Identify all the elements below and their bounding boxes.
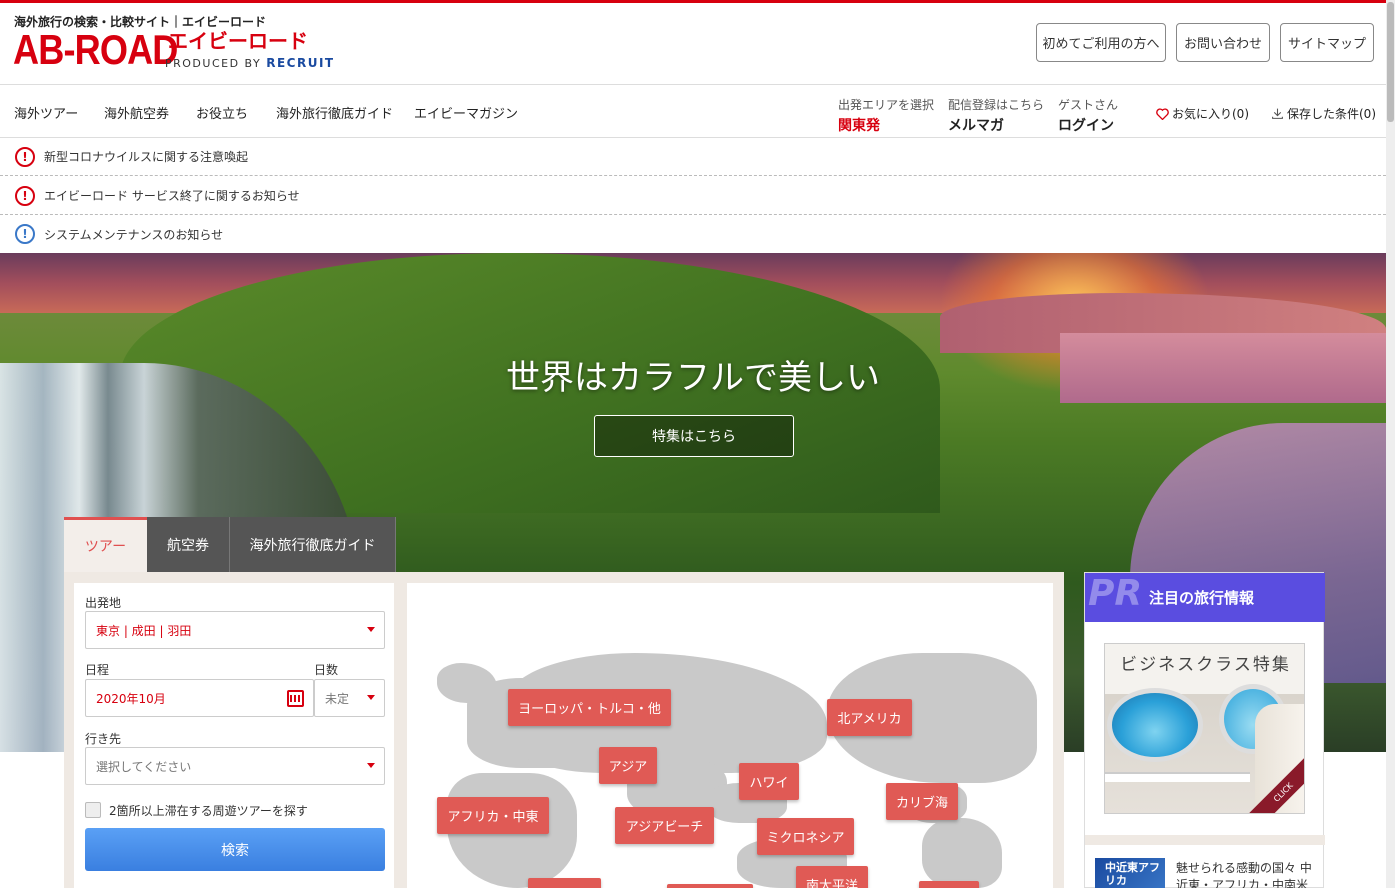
top-accent-bar (0, 0, 1395, 3)
date-label: 日程 (85, 663, 110, 677)
search-button[interactable]: 検索 (85, 828, 385, 871)
notice-text: 新型コロナウイルスに関する注意喚起 (44, 150, 249, 164)
tab-tour[interactable]: ツアー (64, 517, 147, 572)
days-label: 日数 (314, 663, 339, 677)
login-value: ログイン (1058, 118, 1114, 134)
saved-conditions-label: 保存した条件(0) (1287, 107, 1376, 121)
info-icon: ! (15, 224, 35, 244)
pr-item-text[interactable]: 近東・アフリカ・中南米 (1176, 876, 1308, 888)
nav-useful-info[interactable]: お役立ち (196, 103, 248, 122)
banner-title: ビジネスクラス特集 (1120, 655, 1291, 675)
roundtrip-checkbox[interactable] (85, 802, 101, 818)
first-time-guide-button[interactable]: 初めてご利用の方へ (1036, 23, 1166, 62)
mail-magazine-label: 配信登録はこちら (948, 98, 1045, 112)
departure-label: 出発地 (85, 596, 122, 610)
departure-area-selector[interactable]: 出発エリアを選択 関東発 (838, 96, 934, 135)
table-image (1105, 772, 1250, 782)
tab-travel-guide[interactable]: 海外旅行徹底ガイド (230, 517, 396, 572)
logo-kana: エイビーロード (168, 29, 308, 53)
notice-service-end[interactable]: ! エイビーロード サービス終了に関するお知らせ (0, 177, 1386, 215)
tab-flights[interactable]: 航空券 (147, 517, 230, 572)
region-asia[interactable]: アジア (599, 747, 657, 784)
header-divider (0, 84, 1386, 85)
pr-title: 注目の旅行情報 (1149, 589, 1255, 607)
alert-icon: ! (15, 185, 35, 206)
chevron-down-icon (367, 763, 375, 768)
login-link[interactable]: ゲストさん ログイン (1058, 96, 1118, 135)
logo-produced-text: PRODUCED BY (165, 57, 262, 70)
region-north-america[interactable]: 北アメリカ (827, 699, 912, 736)
date-select[interactable]: 2020年10月 (85, 679, 314, 717)
sitemap-button[interactable]: サイトマップ (1280, 23, 1374, 62)
notice-text: エイビーロード サービス終了に関するお知らせ (44, 189, 300, 203)
middle-east-africa-thumbnail[interactable]: 中近東アフリカ (1095, 858, 1165, 888)
pr-badge: PR (1088, 573, 1143, 614)
notice-maintenance[interactable]: ! システムメンテナンスのお知らせ (0, 215, 1386, 253)
favorites-link[interactable]: お気に入り(0) (1156, 105, 1249, 122)
notice-covid[interactable]: ! 新型コロナウイルスに関する注意喚起 (0, 138, 1386, 176)
nav-overseas-flights[interactable]: 海外航空券 (104, 103, 169, 122)
pr-item-text[interactable]: 魅せられる感動の国々 中 (1176, 859, 1312, 876)
mail-magazine-link[interactable]: 配信登録はこちら メルマガ (948, 96, 1044, 135)
region-micronesia[interactable]: ミクロネシア (757, 818, 854, 855)
hero-feature-button[interactable]: 特集はこちら (594, 415, 794, 457)
calendar-icon (287, 690, 304, 707)
hero-title: 世界はカラフルで美しい (506, 358, 880, 398)
pr-divider (1085, 835, 1325, 845)
favorites-label: お気に入り(0) (1172, 107, 1249, 121)
destination-placeholder: 選択してください (96, 759, 192, 774)
contact-button[interactable]: お問い合わせ (1176, 23, 1270, 62)
region-extra-1[interactable] (528, 878, 601, 888)
days-select-value: 未定 (325, 691, 350, 706)
nav-travel-guide[interactable]: 海外旅行徹底ガイド (276, 103, 393, 122)
guest-label: ゲストさん (1058, 98, 1119, 112)
nav-ab-magazine[interactable]: エイビーマガジン (414, 103, 518, 122)
departure-select[interactable]: 東京 | 成田 | 羽田 (85, 611, 385, 649)
region-asia-beach[interactable]: アジアビーチ (615, 807, 714, 844)
window-image (1107, 688, 1203, 762)
land-south-america (922, 818, 1002, 888)
region-africa-middle-east[interactable]: アフリカ・中東 (437, 797, 549, 834)
chevron-down-icon (367, 695, 375, 700)
scrollbar[interactable] (1386, 0, 1395, 888)
pr-panel: PR 注目の旅行情報 ビジネスクラス特集 CLICK 中近東アフリカ 魅せられる… (1084, 572, 1325, 888)
roundtrip-label: 2箇所以上滞在する周遊ツアーを探す (109, 804, 308, 818)
region-extra-3[interactable] (919, 881, 979, 888)
pr-header: PR 注目の旅行情報 (1085, 573, 1325, 622)
departure-select-value: 東京 | 成田 | 羽田 (96, 623, 192, 638)
days-select[interactable]: 未定 (314, 679, 385, 717)
nav-overseas-tour[interactable]: 海外ツアー (14, 103, 78, 122)
region-hawaii[interactable]: ハワイ (739, 763, 799, 800)
logo-produced-by: PRODUCED BY RECRUIT (165, 56, 335, 70)
download-icon (1272, 108, 1283, 119)
notice-text: システムメンテナンスのお知らせ (44, 227, 224, 242)
region-south-pacific[interactable]: 南太平洋 (796, 866, 868, 888)
departure-area-label: 出発エリアを選択 (838, 98, 935, 112)
saved-conditions-link[interactable]: 保存した条件(0) (1271, 105, 1376, 122)
destination-select[interactable]: 選択してください (85, 747, 385, 785)
heart-icon (1156, 107, 1169, 120)
alert-icon: ! (15, 146, 35, 167)
region-europe[interactable]: ヨーロッパ・トルコ・他 (508, 689, 671, 726)
destination-label: 行き先 (85, 732, 122, 746)
logo-main: AB-ROAD (13, 26, 178, 73)
chevron-down-icon (367, 627, 375, 632)
logo-recruit: RECRUIT (266, 56, 335, 70)
business-class-banner[interactable]: ビジネスクラス特集 CLICK (1104, 643, 1305, 814)
scrollbar-thumb[interactable] (1387, 2, 1394, 122)
departure-area-value: 関東発 (838, 118, 880, 134)
mail-magazine-value: メルマガ (948, 118, 1004, 134)
region-extra-2[interactable] (667, 884, 753, 888)
world-map: ヨーロッパ・トルコ・他 北アメリカ アジア ハワイ カリブ海 アフリカ・中東 ア… (407, 583, 1053, 888)
date-select-value: 2020年10月 (96, 691, 166, 706)
region-caribbean[interactable]: カリブ海 (886, 783, 958, 820)
